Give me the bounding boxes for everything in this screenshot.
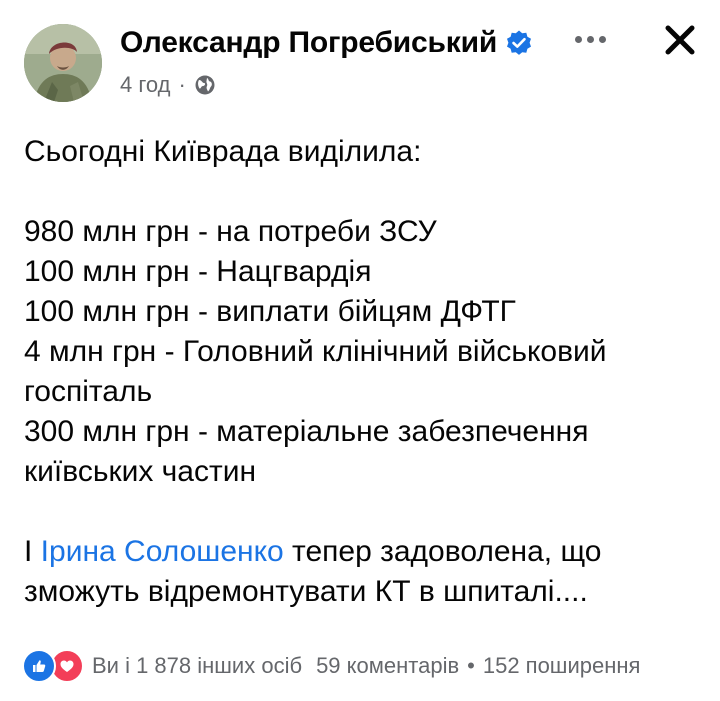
shares-count[interactable]: 152 поширення <box>483 653 641 679</box>
post-line: Сьогодні Київрада виділила: <box>24 135 422 168</box>
post-line: київських частин <box>24 455 257 488</box>
more-dot <box>598 35 606 43</box>
post-line-blank <box>24 172 704 212</box>
more-options-button[interactable] <box>568 24 612 54</box>
post-line: 300 млн грн - матеріальне забезпечення <box>24 415 589 448</box>
post-line: 980 млн грн - на потреби ЗСУ <box>24 215 437 248</box>
more-dots-icon <box>574 35 582 43</box>
like-reaction-icon <box>22 649 56 683</box>
comments-count[interactable]: 59 коментарів <box>316 653 459 679</box>
footer-separator: • <box>467 653 475 678</box>
author-name[interactable]: Олександр Погребиський <box>120 26 497 60</box>
post-footer: Ви і 1 878 інших осіб 59 коментарів • 15… <box>22 648 640 684</box>
post-line: 4 млн грн - Головний клінічний військови… <box>24 335 607 368</box>
post-header: Олександр Погребиський 4 год · <box>0 0 720 120</box>
post-meta: 4 год · <box>120 72 216 98</box>
verified-badge-icon <box>507 30 532 55</box>
closing-after-mention: тепер задоволена, що <box>283 535 602 568</box>
mention-link[interactable]: Ірина Солошенко <box>41 535 284 568</box>
post-text: Сьогодні Київрада виділила: 980 млн грн … <box>24 132 704 612</box>
thumbs-up-icon <box>33 660 46 672</box>
author-line: Олександр Погребиський <box>120 26 533 60</box>
post-line: 100 млн грн - виплати бійцям ДФТГ <box>24 295 516 328</box>
post-time[interactable]: 4 год <box>120 72 170 98</box>
post-line: 100 млн грн - Нацгвардія <box>24 255 372 288</box>
post-line-blank <box>24 492 704 532</box>
close-icon[interactable] <box>658 18 702 62</box>
heart-icon <box>60 660 74 672</box>
more-dot <box>586 35 594 43</box>
avatar-image <box>24 24 102 102</box>
post-line: госпіталь <box>24 375 153 408</box>
post-closing-line: І Ірина Солошенко тепер задоволена, що <box>24 532 704 572</box>
reaction-icons[interactable] <box>22 649 84 683</box>
meta-dot: · <box>178 72 186 97</box>
closing-prefix: І <box>24 535 41 568</box>
reactions-count[interactable]: Ви і 1 878 інших осіб <box>92 653 302 679</box>
globe-icon <box>195 75 215 95</box>
post-closing-line-2: зможуть відремонтувати КТ в шпиталі.... <box>24 575 588 608</box>
avatar[interactable] <box>24 24 102 102</box>
